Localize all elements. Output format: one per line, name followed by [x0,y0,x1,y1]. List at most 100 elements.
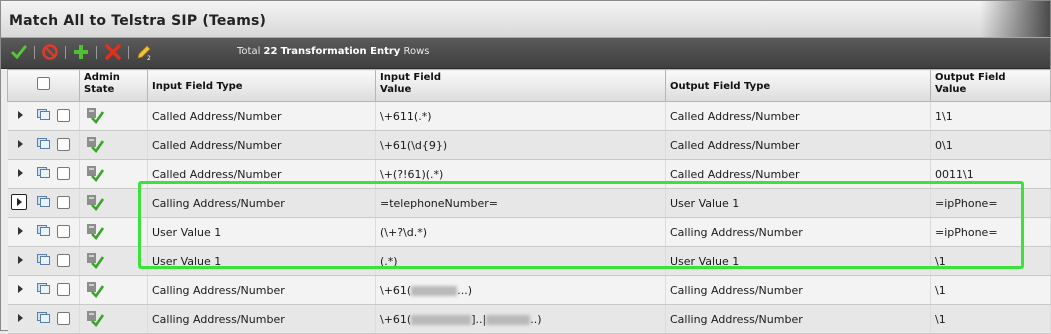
toolbar-separator [96,46,97,59]
value-text: ...) [457,283,472,297]
header-label: Input Field Type [152,80,243,92]
input-field-value-cell: \+61(]..|..) [375,304,666,334]
row-checkbox[interactable] [56,167,70,180]
input-field-value-cell: =telephoneNumber= [375,188,666,218]
input-field-value-header[interactable]: Input Field Value [375,69,666,102]
row-checkbox[interactable] [56,254,70,267]
row-summary: Total 22 Transformation Entry Rows [237,46,430,57]
enabled-state-icon [87,166,104,183]
page-title: Match All to Telstra SIP (Teams) [9,13,267,29]
output-field-type-cell: Calling Address/Number [665,217,931,247]
table-row[interactable]: User Value 1 (\+?\d.*) Calling Address/N… [7,217,1051,247]
input-field-value-cell: \+611(.*) [375,101,666,131]
select-all-checkbox[interactable] [37,77,50,90]
output-field-type-cell: Called Address/Number [665,130,931,160]
redacted-block [411,314,472,325]
admin-state-cell [79,130,148,160]
copy-icon[interactable] [36,196,50,207]
svg-text:2: 2 [147,55,151,60]
copy-icon[interactable] [36,283,50,294]
enabled-state-icon [87,108,104,125]
output-field-value-cell: =ipPhone= [930,217,1051,247]
toolbar: 2 Total 22 Transformation Entry Rows [1,38,1050,69]
header-label: Output Field Type [670,80,771,92]
admin-state-cell [79,101,148,131]
row-controls [7,275,80,305]
input-field-value-cell: \+(?!61)(.*) [375,159,666,189]
input-field-type-cell: Called Address/Number [147,130,376,160]
input-field-value-cell: \+61(...) [375,275,666,305]
table-row[interactable]: Called Address/Number \+(?!61)(.*) Calle… [7,159,1051,189]
table-row[interactable]: Calling Address/Number =telephoneNumber=… [7,188,1051,218]
disable-icon[interactable] [42,44,58,60]
copy-icon[interactable] [36,109,50,120]
header-label: State [84,84,115,95]
select-all-header [7,69,80,102]
admin-state-cell [79,275,148,305]
delete-icon[interactable] [105,44,121,60]
input-field-type-cell: Called Address/Number [147,159,376,189]
table-row[interactable]: Called Address/Number \+61(\d{9}) Called… [7,130,1051,160]
value-text: ..) [530,312,542,326]
input-field-type-cell: User Value 1 [147,246,376,276]
admin-state-header[interactable]: Admin State [79,69,148,102]
expand-icon[interactable] [17,227,23,235]
row-checkbox[interactable] [56,283,70,296]
table-row[interactable]: Calling Address/Number \+61(]..|..) Call… [7,304,1051,334]
input-field-type-cell: User Value 1 [147,217,376,247]
admin-state-cell [79,246,148,276]
summary-count: 22 [263,46,278,57]
redacted-block [411,285,458,296]
input-field-value-cell: \+61(\d{9}) [375,130,666,160]
expand-icon[interactable] [10,194,27,210]
header-label: Output Field [935,72,1006,83]
expand-icon[interactable] [17,169,23,177]
input-field-value-cell: (.*) [375,246,666,276]
output-field-type-cell: Calling Address/Number [665,275,931,305]
copy-icon[interactable] [36,167,50,178]
expand-icon[interactable] [17,140,23,148]
redacted-block [486,314,531,325]
expand-icon[interactable] [17,285,23,293]
output-field-type-cell: Called Address/Number [665,101,931,131]
row-controls [7,304,80,334]
copy-icon[interactable] [36,225,50,236]
enabled-state-icon [87,253,104,270]
output-field-value-header[interactable]: Output Field Value [930,69,1051,102]
expand-icon[interactable] [17,111,23,119]
header-label: Admin [84,72,120,83]
enabled-state-icon [87,311,104,328]
table-row[interactable]: Called Address/Number \+611(.*) Called A… [7,101,1051,131]
enabled-state-icon [87,224,104,241]
output-field-type-header[interactable]: Output Field Type [665,69,931,102]
input-field-type-header[interactable]: Input Field Type [147,69,376,102]
toolbar-separator [34,46,35,59]
title-bar: Match All to Telstra SIP (Teams) [1,1,1050,38]
row-controls [7,188,80,218]
table-row[interactable]: User Value 1 (.*) User Value 1 \1 [7,246,1051,276]
output-field-value-cell: 0011\1 [930,159,1051,189]
copy-icon[interactable] [36,312,50,323]
enabled-state-icon [87,195,104,212]
copy-icon[interactable] [36,254,50,265]
input-field-type-cell: Calling Address/Number [147,304,376,334]
transformation-table: Admin State Input Field Type Input Field… [7,69,1051,334]
row-checkbox[interactable] [56,138,70,151]
checkmark-icon[interactable] [11,44,27,60]
edit-icon[interactable]: 2 [136,44,152,60]
table-row[interactable]: Calling Address/Number \+61(...) Calling… [7,275,1051,305]
expand-icon[interactable] [17,256,23,264]
output-field-value-cell: \1 [930,275,1051,305]
output-field-type-cell: Calling Address/Number [665,304,931,334]
row-checkbox[interactable] [56,225,70,238]
title-shade [980,1,1050,37]
row-checkbox[interactable] [56,196,70,209]
copy-icon[interactable] [36,138,50,149]
expand-icon[interactable] [17,314,23,322]
row-checkbox[interactable] [56,312,70,325]
row-checkbox[interactable] [56,109,70,122]
output-field-type-cell: User Value 1 [665,246,931,276]
output-field-value-cell: 1\1 [930,101,1051,131]
output-field-type-cell: User Value 1 [665,188,931,218]
add-icon[interactable] [73,44,89,60]
